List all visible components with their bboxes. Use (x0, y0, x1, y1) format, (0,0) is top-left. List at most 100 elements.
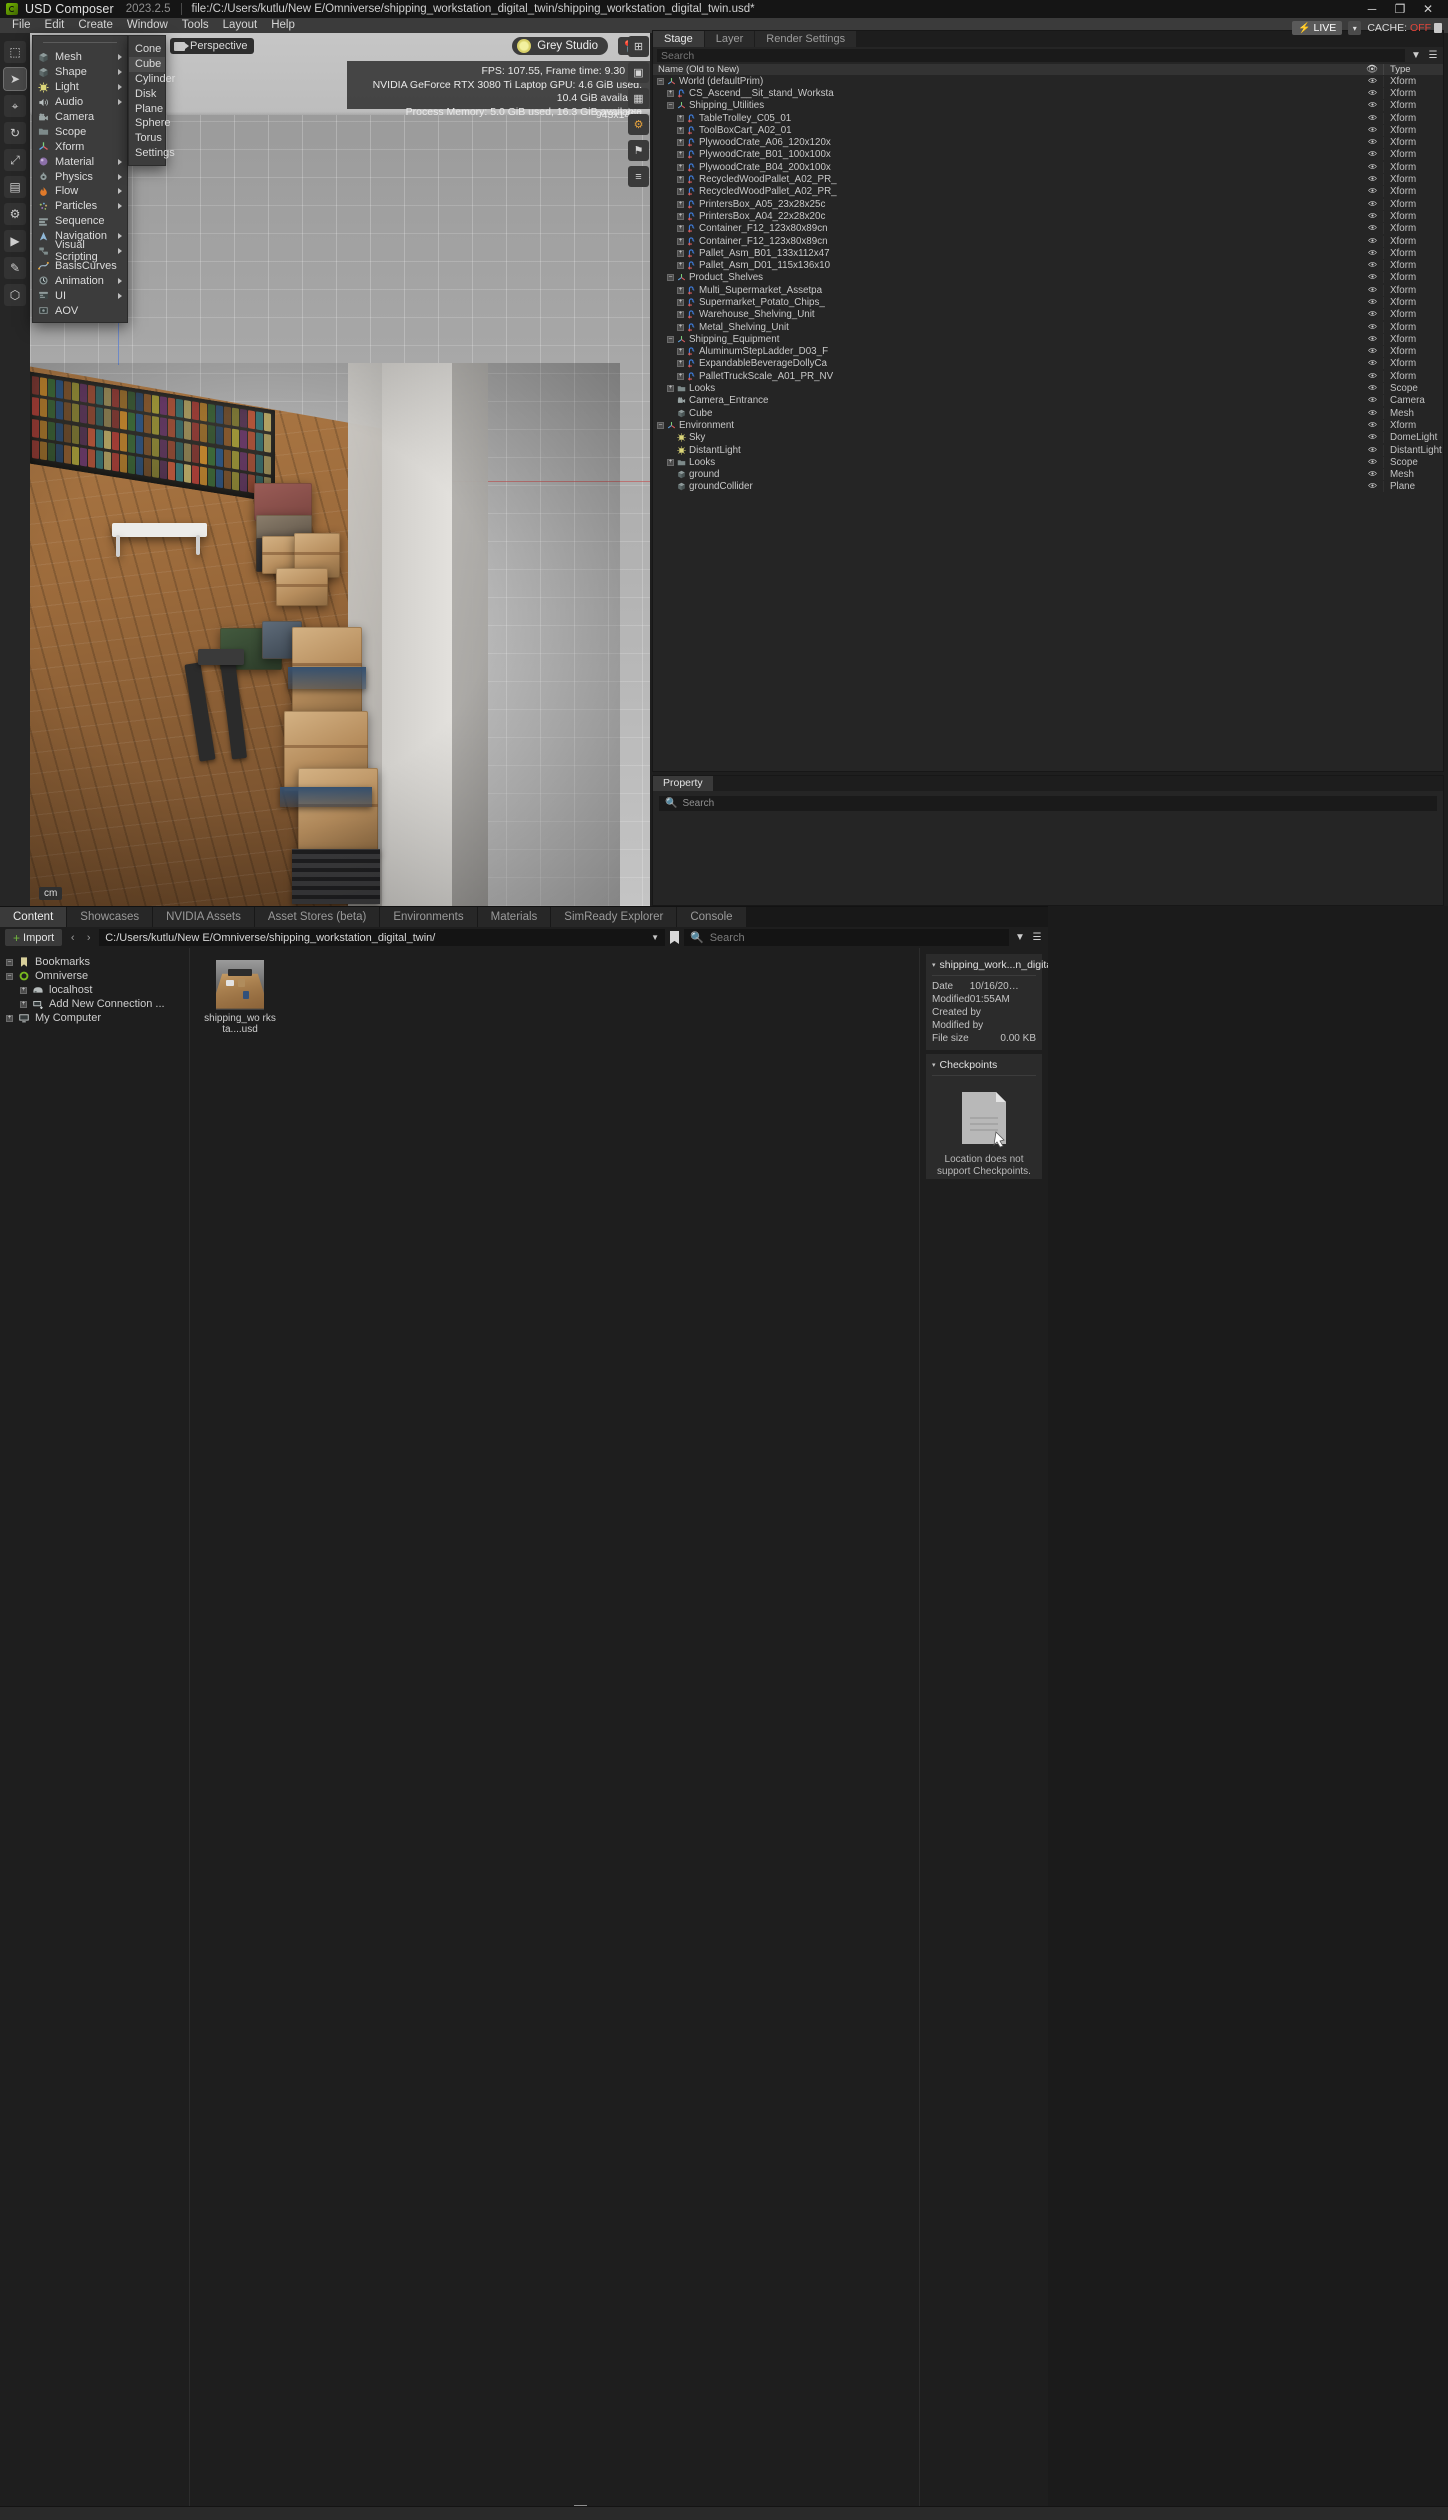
menu-edit[interactable]: Edit (38, 18, 72, 33)
viewport-camera-icon[interactable]: ▣ (628, 62, 649, 83)
stage-tree-row[interactable]: Sky DomeLight (653, 432, 1443, 444)
viewport-marker-icon[interactable]: ⚑ (628, 140, 649, 161)
content-file-grid[interactable]: shipping_wo rksta....usd (190, 948, 920, 2520)
nav-back-button[interactable]: ‹ (67, 932, 78, 944)
eye-icon[interactable] (1361, 113, 1383, 124)
eye-icon[interactable] (1361, 223, 1383, 234)
create-menu-item-physics[interactable]: Physics (33, 169, 127, 184)
select-tool[interactable]: ⬚ (4, 41, 26, 63)
render-mode-selector[interactable]: Grey Studio (512, 37, 608, 55)
tab-environments[interactable]: Environments (380, 907, 478, 927)
expand-icon[interactable]: + (677, 200, 684, 208)
snap-tool[interactable]: ⌖ (4, 95, 26, 117)
stage-tree-row[interactable]: Camera_Entrance Camera (653, 395, 1443, 407)
stage-tree-row[interactable]: + RecycledWoodPallet_A02_PR_ Xform (653, 173, 1443, 186)
animation-tool[interactable]: ⬡ (4, 284, 26, 306)
submenu-item-torus[interactable]: Torus (129, 131, 165, 146)
stage-tree-row[interactable]: + Pallet_Asm_B01_133x112x47 Xform (653, 247, 1443, 259)
menu-tools[interactable]: Tools (175, 18, 216, 33)
eye-icon[interactable] (1361, 211, 1383, 222)
maximize-button[interactable]: ❐ (1386, 0, 1414, 18)
stage-tree-row[interactable]: + Multi_Supermarket_Assetpa Xform (653, 284, 1443, 296)
create-menu-item-animation[interactable]: Animation (33, 273, 127, 288)
tab-showcases[interactable]: Showcases (67, 907, 154, 927)
create-menu-item-visual-scripting[interactable]: Visual Scripting (33, 239, 127, 263)
eye-icon[interactable] (1361, 260, 1383, 271)
collapse-icon[interactable]: – (667, 102, 674, 110)
file-info-header[interactable]: ▾ shipping_work...n_digital_twin (932, 959, 1079, 976)
tab-property[interactable]: Property (653, 776, 713, 791)
content-search-field[interactable]: 🔍 Search (684, 929, 1009, 946)
expand-icon[interactable]: + (677, 249, 684, 257)
expand-icon[interactable]: + (677, 212, 684, 220)
eye-icon[interactable] (1361, 481, 1383, 492)
viewport-grid-icon[interactable]: ⊞ (628, 36, 649, 57)
eye-icon[interactable] (1361, 309, 1383, 320)
stage-tree-row[interactable]: + RecycledWoodPallet_A02_PR_ Xform (653, 186, 1443, 198)
tab-stage[interactable]: Stage (653, 31, 705, 47)
measure-tool[interactable]: ▤ (4, 176, 26, 198)
filter-icon[interactable]: ▼ (1410, 50, 1422, 62)
stage-tree-row[interactable]: + AluminumStepLadder_D03_F Xform (653, 346, 1443, 358)
menu-create[interactable]: Create (71, 18, 120, 33)
create-menu-item-light[interactable]: Light (33, 80, 127, 95)
expand-icon[interactable]: + (677, 225, 684, 233)
stage-tree-row[interactable]: – World (defaultPrim) Xform (653, 75, 1443, 87)
expand-icon[interactable]: + (677, 188, 684, 196)
expand-icon[interactable]: + (677, 286, 684, 294)
physics-tool[interactable]: ⚙ (4, 203, 26, 225)
collapse-icon[interactable]: – (657, 421, 664, 429)
stage-tree-row[interactable]: + ToolBoxCart_A02_01 Xform (653, 124, 1443, 136)
content-tree-item[interactable]: – Omniverse (0, 969, 189, 983)
expand-icon[interactable]: + (677, 323, 684, 331)
collapse-icon[interactable]: – (657, 77, 664, 85)
tab-simready-explorer[interactable]: SimReady Explorer (551, 907, 678, 927)
stage-search-input[interactable] (657, 49, 1405, 62)
tab-console[interactable]: Console (677, 907, 747, 927)
tab-render-settings[interactable]: Render Settings (755, 31, 858, 47)
expand-icon[interactable]: + (677, 298, 684, 306)
expand-icon[interactable]: + (677, 176, 684, 184)
eye-icon[interactable] (1361, 125, 1383, 136)
cache-status[interactable]: CACHE: OFF (1367, 22, 1442, 34)
filter-icon[interactable]: ▼ (1014, 932, 1026, 944)
expand-icon[interactable]: + (667, 458, 674, 466)
tab-layer[interactable]: Layer (704, 31, 756, 47)
stage-tree-row[interactable]: + Supermarket_Potato_Chips_ Xform (653, 296, 1443, 308)
live-dropdown-button[interactable]: ▾ (1348, 21, 1362, 35)
submenu-item-cone[interactable]: Cone (129, 42, 165, 57)
viewport-settings-icon[interactable]: ⚙ (628, 114, 649, 135)
minimize-button[interactable]: ─ (1358, 0, 1386, 18)
move-arrow-tool[interactable]: ➤ (3, 67, 27, 91)
close-button[interactable]: ✕ (1414, 0, 1442, 18)
play-tool[interactable]: ▶ (4, 230, 26, 252)
create-menu[interactable]: Mesh Shape Light Audio Camera Scope Xform Mater… (32, 35, 128, 324)
stage-tree-row[interactable]: + Metal_Shelving_Unit Xform (653, 321, 1443, 333)
hamburger-icon[interactable]: ☰ (1427, 50, 1439, 62)
eye-icon[interactable] (1361, 76, 1383, 87)
stage-tree-row[interactable]: – Shipping_Equipment Xform (653, 333, 1443, 345)
eye-icon[interactable] (1361, 285, 1383, 296)
submenu-item-cylinder[interactable]: Cylinder (129, 72, 175, 87)
create-menu-item-ui[interactable]: UI (33, 288, 127, 303)
create-menu-item-camera[interactable]: Camera (33, 110, 127, 125)
expand-icon[interactable]: + (677, 311, 684, 319)
eye-icon[interactable] (1361, 395, 1383, 406)
eye-icon[interactable] (1361, 322, 1383, 333)
expand-icon[interactable]: + (677, 348, 684, 356)
eye-icon[interactable] (1361, 383, 1383, 394)
expand-icon[interactable]: + (667, 89, 674, 97)
bookmark-icon[interactable] (670, 931, 679, 944)
menu-help[interactable]: Help (264, 18, 302, 33)
collapse-icon[interactable]: – (6, 972, 13, 980)
tab-nvidia-assets[interactable]: NVIDIA Assets (153, 907, 255, 927)
eye-icon[interactable] (1361, 445, 1383, 456)
tab-content[interactable]: Content (0, 907, 68, 927)
eye-icon[interactable] (1361, 137, 1383, 148)
eye-icon[interactable] (1361, 469, 1383, 480)
eye-icon[interactable] (1361, 408, 1383, 419)
eye-icon[interactable] (1361, 457, 1383, 468)
eye-icon[interactable] (1361, 100, 1383, 111)
submenu-item-plane[interactable]: Plane (129, 102, 165, 117)
menu-tearoff-handle[interactable] (43, 42, 117, 46)
